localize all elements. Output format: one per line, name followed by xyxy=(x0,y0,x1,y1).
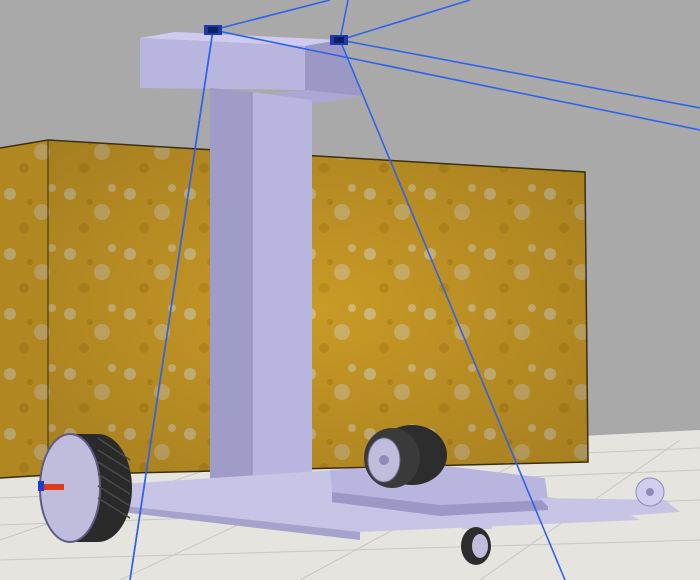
mast-pillar-side xyxy=(252,92,312,478)
mast-pillar-front xyxy=(210,88,252,480)
lidar-sensor-right-icon[interactable] xyxy=(330,35,348,45)
3d-simulation-viewport[interactable] xyxy=(0,0,700,580)
lidar-sensor-left-icon[interactable] xyxy=(204,25,222,35)
mast-crossbar-front xyxy=(140,38,305,90)
scene-canvas[interactable] xyxy=(0,0,700,580)
caster-wheel[interactable] xyxy=(461,515,492,565)
